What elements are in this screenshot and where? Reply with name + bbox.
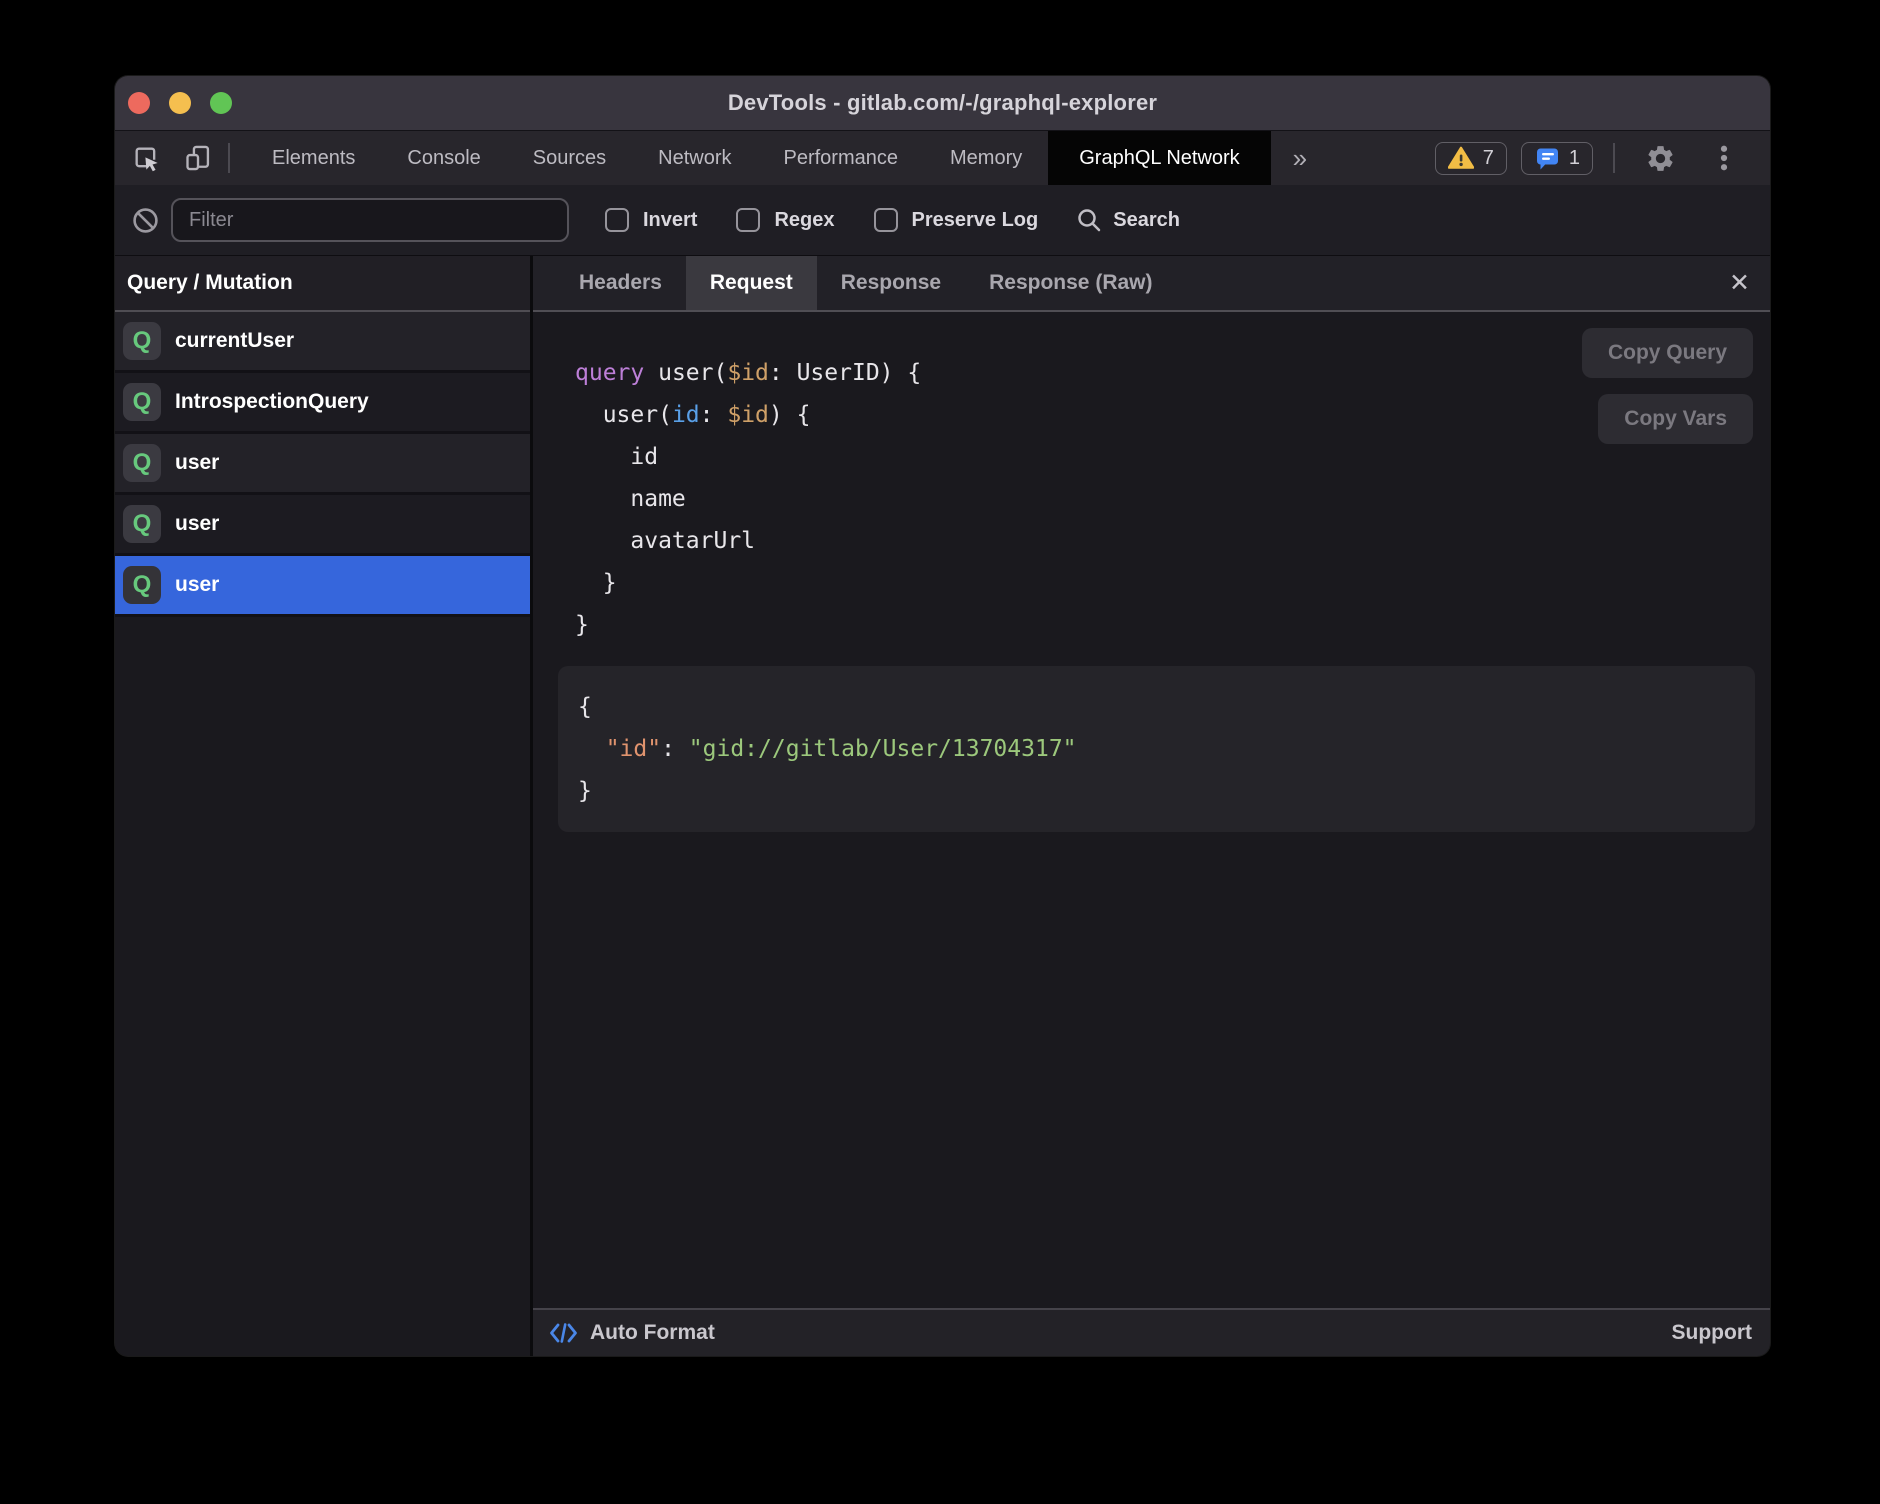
code-brackets-icon: [549, 1321, 578, 1345]
auto-format-label: Auto Format: [590, 1321, 715, 1345]
query-type-badge: Q: [123, 322, 161, 360]
regex-label: Regex: [774, 209, 834, 232]
invert-label: Invert: [643, 209, 697, 232]
window-title: DevTools - gitlab.com/-/graphql-explorer: [728, 90, 1157, 116]
toolbar-separator: [228, 143, 230, 173]
issues-count: 1: [1569, 147, 1580, 170]
regex-checkbox[interactable]: [736, 208, 760, 232]
tab-console[interactable]: Console: [381, 131, 506, 185]
query-type-badge: Q: [123, 444, 161, 482]
query-type-badge: Q: [123, 566, 161, 604]
tab-performance[interactable]: Performance: [758, 131, 925, 185]
warning-count: 7: [1483, 147, 1494, 170]
search-icon: [1076, 207, 1102, 233]
settings-gear-icon[interactable]: [1635, 143, 1686, 174]
query-list-item-currentuser[interactable]: Q currentUser: [115, 312, 530, 373]
close-window-button[interactable]: [128, 92, 150, 114]
query-item-label: user: [175, 512, 219, 536]
kebab-menu-icon[interactable]: [1700, 143, 1748, 173]
copy-vars-button[interactable]: Copy Vars: [1598, 394, 1753, 444]
regex-checkbox-group[interactable]: Regex: [736, 208, 834, 232]
issues-badge[interactable]: 1: [1521, 142, 1593, 175]
tab-memory[interactable]: Memory: [924, 131, 1048, 185]
auto-format-button[interactable]: Auto Format: [549, 1321, 715, 1345]
invert-checkbox-group[interactable]: Invert: [605, 208, 697, 232]
query-item-label: currentUser: [175, 329, 294, 353]
query-list-sidebar: Query / Mutation Q currentUser Q Introsp…: [115, 256, 533, 1356]
query-variables-code: { "id": "gid://gitlab/User/13704317"}: [578, 686, 1755, 812]
detail-panel-tabs: Headers Request Response Response (Raw) …: [533, 256, 1770, 312]
query-item-label: IntrospectionQuery: [175, 390, 369, 414]
tab-sources[interactable]: Sources: [507, 131, 632, 185]
invert-checkbox[interactable]: [605, 208, 629, 232]
detail-panel: Headers Request Response Response (Raw) …: [533, 256, 1770, 1356]
minimize-window-button[interactable]: [169, 92, 191, 114]
more-tabs-button[interactable]: »: [1271, 131, 1329, 185]
close-icon[interactable]: ✕: [1729, 271, 1750, 296]
titlebar: DevTools - gitlab.com/-/graphql-explorer: [115, 76, 1770, 131]
tab-response[interactable]: Response: [817, 256, 965, 310]
tab-graphql-network[interactable]: GraphQL Network: [1048, 131, 1270, 185]
query-type-badge: Q: [123, 505, 161, 543]
tab-headers[interactable]: Headers: [555, 256, 686, 310]
tab-request[interactable]: Request: [686, 256, 817, 310]
filter-bar: Invert Regex Preserve Log Search: [115, 185, 1770, 255]
panel-footer: Auto Format Support: [533, 1308, 1770, 1356]
preserve-log-label: Preserve Log: [912, 209, 1039, 232]
warning-icon: [1448, 146, 1474, 170]
tab-network[interactable]: Network: [632, 131, 757, 185]
query-variables-panel: { "id": "gid://gitlab/User/13704317"}: [558, 666, 1755, 832]
query-item-label: user: [175, 451, 219, 475]
support-link[interactable]: Support: [1672, 1321, 1752, 1345]
main-split: Query / Mutation Q currentUser Q Introsp…: [115, 255, 1770, 1356]
query-list-header: Query / Mutation: [115, 256, 530, 312]
devtools-toolbar: Elements Console Sources Network Perform…: [115, 131, 1770, 185]
toolbar-separator: [1613, 143, 1615, 173]
tab-elements[interactable]: Elements: [246, 131, 381, 185]
preserve-log-checkbox[interactable]: [874, 208, 898, 232]
copy-query-button[interactable]: Copy Query: [1582, 328, 1753, 378]
clear-log-icon[interactable]: [132, 207, 159, 234]
query-item-label: user: [175, 573, 219, 597]
query-list-item-user-1[interactable]: Q user: [115, 434, 530, 495]
traffic-lights: [128, 76, 232, 130]
message-icon: [1534, 146, 1560, 171]
search-label: Search: [1113, 209, 1180, 232]
warnings-badge[interactable]: 7: [1435, 142, 1507, 175]
search-button[interactable]: Search: [1076, 207, 1180, 233]
query-list-item-introspectionquery[interactable]: Q IntrospectionQuery: [115, 373, 530, 434]
request-content: query user($id: UserID) { user(id: $id) …: [533, 312, 1770, 1308]
zoom-window-button[interactable]: [210, 92, 232, 114]
tab-response-raw[interactable]: Response (Raw): [965, 256, 1176, 310]
query-list-item-user-2[interactable]: Q user: [115, 495, 530, 556]
query-type-badge: Q: [123, 383, 161, 421]
preserve-log-checkbox-group[interactable]: Preserve Log: [874, 208, 1039, 232]
devtools-window: DevTools - gitlab.com/-/graphql-explorer…: [115, 76, 1770, 1356]
inspect-element-icon[interactable]: [132, 144, 160, 172]
filter-input[interactable]: [171, 198, 569, 242]
query-list-item-user-3-selected[interactable]: Q user: [115, 556, 530, 617]
device-toolbar-icon[interactable]: [184, 144, 212, 172]
